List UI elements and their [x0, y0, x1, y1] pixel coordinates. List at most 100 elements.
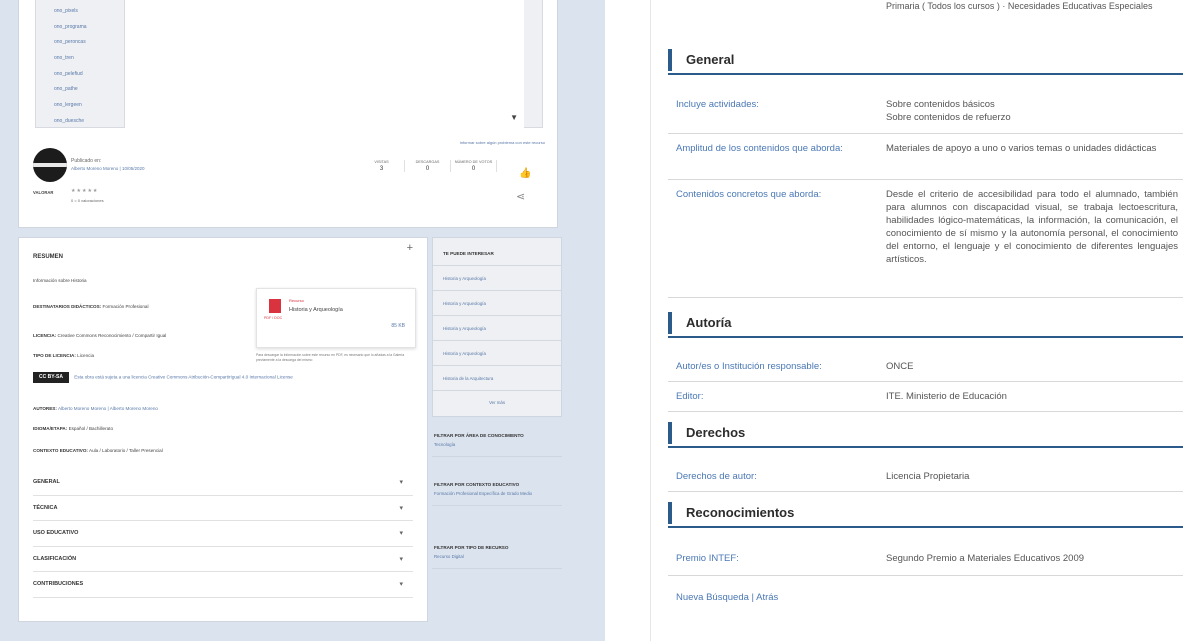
- stat-votes: NÚMERO DE VOTOS 0: [451, 160, 497, 172]
- section-accent-bar: [668, 422, 672, 444]
- file-type-label: PDF / DOC: [264, 316, 283, 320]
- accordion-label: CLASIFICACIÓN: [33, 555, 77, 562]
- accordion-clasificacion[interactable]: CLASIFICACIÓN ▾: [33, 547, 413, 572]
- avatar: [33, 148, 67, 182]
- thumbs-up-icon[interactable]: 👍: [519, 168, 531, 179]
- meta-cc: CC BY-SA Esta obra está sujeta a una lic…: [33, 372, 293, 383]
- accordion-general[interactable]: GENERAL ▾: [33, 470, 413, 496]
- meta-value: Creative Commons Reconocimiento / Compar…: [57, 333, 167, 338]
- file-item[interactable]: ono_programa: [54, 20, 124, 36]
- resource-download-card[interactable]: PDF / DOC Recurso Historia y Arqueología…: [256, 288, 416, 348]
- divider: [432, 505, 562, 506]
- section-derechos: Derechos: [668, 418, 1183, 448]
- stat-downloads: DESCARGAS 0: [405, 160, 451, 172]
- section-autoria: Autoría: [668, 308, 1183, 338]
- accordion-contribuciones[interactable]: CONTRIBUCIONES ▾: [33, 572, 413, 598]
- resource-header-card: ono_pixels ono_programa ono_peroncas ono…: [18, 0, 558, 228]
- meta-tipo-licencia: TIPO DE LICENCIA: Licencia: [33, 353, 94, 358]
- metadata-row: Incluye actividades: Sobre contenidos bá…: [668, 90, 1183, 134]
- filter-link[interactable]: Formación Profesional Específica de Grad…: [432, 487, 562, 497]
- section-reconocimientos: Reconocimientos: [668, 498, 1183, 528]
- stat-label: VISITAS: [374, 160, 389, 164]
- metadata-key[interactable]: Amplitud de los contenidos que aborda:: [676, 142, 876, 155]
- related-item[interactable]: Historia y Arqueología: [433, 266, 561, 291]
- report-problem-link[interactable]: Informar sobre algún problema con este r…: [460, 140, 545, 145]
- metadata-key[interactable]: Editor:: [676, 390, 876, 403]
- meta-label: TIPO DE LICENCIA:: [33, 353, 76, 358]
- meta-contexto: CONTEXTO EDUCATIVO: Aula / Laboratorio /…: [33, 448, 163, 453]
- meta-label: CONTEXTO EDUCATIVO:: [33, 448, 88, 453]
- meta-label: LICENCIA:: [33, 333, 57, 338]
- stat-visits: VISITAS 3: [359, 160, 405, 172]
- cc-license-badge[interactable]: CC BY-SA: [33, 372, 69, 383]
- section-general: General: [668, 45, 1183, 75]
- cc-license-link[interactable]: Esta obra está sujeta a una licencia Cre…: [74, 375, 293, 380]
- file-item[interactable]: ono_pixels: [54, 4, 124, 20]
- published-author-link[interactable]: Alberto Moreno Moreno | 10/05/2020: [71, 166, 144, 171]
- metadata-key[interactable]: Contenidos concretos que aborda:: [676, 188, 876, 201]
- accordion-label: USO EDUCATIVO: [33, 530, 79, 536]
- section-title: Derechos: [686, 425, 746, 440]
- left-resource-page: ono_pixels ono_programa ono_peroncas ono…: [0, 0, 605, 641]
- file-item[interactable]: ono_peroncas: [54, 35, 124, 51]
- share-icon[interactable]: ⋖: [516, 190, 525, 203]
- metadata-value: Licencia Propietaria: [886, 471, 970, 482]
- metadata-value: ITE. Ministerio de Educación: [886, 391, 1007, 402]
- stat-value: 0: [425, 166, 430, 172]
- related-item[interactable]: Historia y Arqueología: [433, 291, 561, 316]
- related-item[interactable]: Historia y Arqueología: [433, 316, 561, 341]
- author-link[interactable]: Alberto Moreno Moreno | Alberto Moreno M…: [58, 406, 158, 411]
- filter-link[interactable]: Recurso Digital: [432, 550, 562, 560]
- metadata-value: ONCE: [886, 361, 914, 372]
- metadata-key[interactable]: Autor/es o Institución responsable:: [676, 360, 876, 373]
- section-title: Autoría: [686, 315, 732, 330]
- metadata-row: Premio INTEF: Segundo Premio a Materiale…: [668, 544, 1183, 576]
- file-list: ono_pixels ono_programa ono_peroncas ono…: [36, 0, 124, 128]
- file-item[interactable]: ono_tren: [54, 51, 124, 67]
- rating-stars[interactable]: ★★★★★: [71, 188, 98, 194]
- section-accent-bar: [668, 312, 672, 334]
- add-icon[interactable]: +: [407, 242, 413, 254]
- meta-autores: AUTORES: Alberto Moreno Moreno | Alberto…: [33, 406, 158, 411]
- resource-name[interactable]: Historia y Arqueología: [289, 307, 343, 313]
- see-more-link[interactable]: Ver más: [433, 391, 561, 415]
- metadata-key[interactable]: Derechos de autor:: [676, 470, 876, 483]
- file-item[interactable]: ono_pelefiud: [54, 67, 124, 83]
- meta-destinatarios: DESTINATARIOS DIDÁCTICOS: Formación Prof…: [33, 304, 148, 309]
- related-title: TE PUEDE INTERESAR: [433, 238, 561, 266]
- related-item[interactable]: Historia y Arqueología: [433, 341, 561, 366]
- file-item[interactable]: ono_duesche: [54, 114, 124, 130]
- chevron-down-icon: ▾: [399, 555, 403, 563]
- file-item[interactable]: ono_pathe: [54, 82, 124, 98]
- metadata-key[interactable]: Incluye actividades:: [676, 98, 876, 111]
- stat-label: NÚMERO DE VOTOS: [454, 160, 493, 164]
- scroll-down-icon[interactable]: ▼: [510, 113, 518, 122]
- screenshot-composite: ono_pixels ono_programa ono_peroncas ono…: [0, 0, 1197, 641]
- divider: [432, 456, 562, 457]
- pdf-file-icon: [269, 299, 281, 313]
- truncated-text: Primaria ( Todos los cursos ) · Necesida…: [886, 1, 1153, 11]
- new-search-back-links[interactable]: Nueva Búsqueda | Atrás: [676, 592, 778, 603]
- accordion-uso-educativo[interactable]: USO EDUCATIVO ▾: [33, 521, 413, 547]
- meta-idioma: IDIOMA/ETAPA: Español / Bachillerato: [33, 426, 113, 431]
- section-title: General: [686, 52, 735, 67]
- section-accent-bar: [668, 502, 672, 524]
- accordion-tecnica[interactable]: TÉCNICA ▾: [33, 496, 413, 521]
- stat-value: 3: [379, 166, 384, 172]
- file-item[interactable]: ono_lergeen: [54, 98, 124, 114]
- published-label: Publicado en:: [71, 158, 102, 164]
- meta-value: Aula / Laboratorio / Taller Presencial: [89, 448, 163, 453]
- accordion-list: GENERAL ▾ TÉCNICA ▾ USO EDUCATIVO ▾ CLASIFI…: [33, 470, 413, 598]
- related-resources-panel: TE PUEDE INTERESAR Historia y Arqueologí…: [432, 237, 562, 417]
- metadata-row: Contenidos concretos que aborda: Desde e…: [668, 180, 1183, 298]
- meta-licencia: LICENCIA: Creative Commons Reconocimient…: [33, 333, 166, 338]
- stat-label: DESCARGAS: [415, 160, 440, 164]
- section-accent-bar: [668, 49, 672, 71]
- filter-link[interactable]: Tecnología: [432, 438, 562, 448]
- metadata-key[interactable]: Premio INTEF:: [676, 552, 876, 565]
- metadata-value: Materiales de apoyo a uno o varios temas…: [886, 143, 1157, 154]
- related-item[interactable]: Historia de la Arquitectura: [433, 366, 561, 391]
- votes-count: 0 = 0 valoraciones: [71, 198, 104, 203]
- chevron-down-icon: ▾: [399, 530, 403, 537]
- filter-context: FILTRAR POR CONTEXTO EDUCATIVO Formación…: [432, 482, 562, 506]
